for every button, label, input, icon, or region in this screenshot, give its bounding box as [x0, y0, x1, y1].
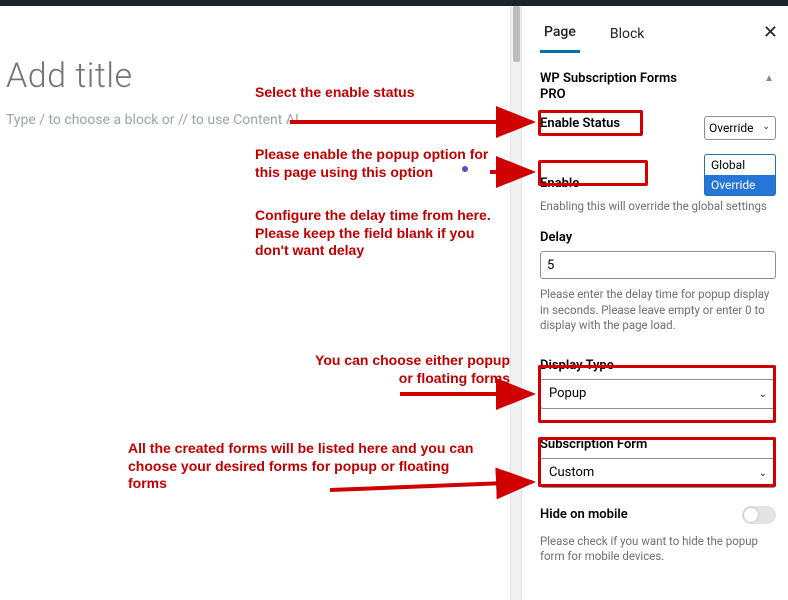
chevron-down-icon: ⌄: [762, 122, 770, 132]
editor-scrollbar[interactable]: [510, 6, 522, 600]
chevron-down-icon: ⌄: [759, 468, 767, 479]
panel-toggle-caret-icon[interactable]: ▲: [764, 73, 774, 84]
dropdown-option-override[interactable]: Override: [705, 175, 775, 195]
settings-sidebar: Page Block ✕ WP Subscription Forms PRO ▲…: [522, 6, 788, 600]
hide-mobile-toggle[interactable]: [742, 506, 776, 524]
enable-status-dropdown[interactable]: Global Override: [704, 154, 776, 196]
display-type-value: Popup: [549, 386, 586, 401]
chevron-down-icon: ⌄: [759, 389, 767, 400]
sidebar-tabs: Page Block ✕: [540, 16, 776, 53]
dropdown-option-global[interactable]: Global: [705, 155, 775, 175]
tab-page[interactable]: Page: [540, 16, 580, 53]
panel-header[interactable]: WP Subscription Forms PRO ▲: [540, 71, 776, 104]
hide-mobile-hint: Please check if you want to hide the pop…: [540, 534, 776, 565]
delay-label: Delay: [540, 230, 572, 245]
delay-hint: Please enter the delay time for popup di…: [540, 287, 776, 334]
subscription-form-label: Subscription Form: [540, 437, 647, 452]
close-sidebar-icon[interactable]: ✕: [763, 22, 778, 43]
toggle-knob: [744, 508, 758, 522]
subscription-form-value: Custom: [549, 465, 594, 480]
display-type-select[interactable]: Popup ⌄: [540, 379, 776, 409]
post-title-input[interactable]: [6, 16, 504, 106]
subscription-form-select[interactable]: Custom ⌄: [540, 458, 776, 488]
delay-input[interactable]: [540, 251, 776, 279]
hide-mobile-label: Hide on mobile: [540, 507, 628, 522]
tab-block[interactable]: Block: [606, 18, 649, 52]
hide-mobile-row: Hide on mobile: [540, 506, 776, 524]
enable-status-value: Override: [709, 121, 754, 135]
enable-status-select[interactable]: Override ⌄: [704, 116, 776, 140]
cursor-dot: [462, 166, 468, 172]
scrollbar-thumb[interactable]: [513, 6, 520, 62]
display-type-label: Display Type: [540, 358, 614, 373]
panel-title: WP Subscription Forms PRO: [540, 71, 690, 104]
enable-label: Enable: [540, 176, 579, 191]
enable-status-label: Enable Status: [540, 116, 620, 131]
block-placeholder-text[interactable]: Type / to choose a block or // to use Co…: [6, 106, 504, 134]
editor-canvas: Type / to choose a block or // to use Co…: [0, 6, 510, 600]
enable-status-row: Enable Status Override ⌄: [540, 116, 776, 140]
enable-hint: Enabling this will override the global s…: [540, 199, 776, 215]
